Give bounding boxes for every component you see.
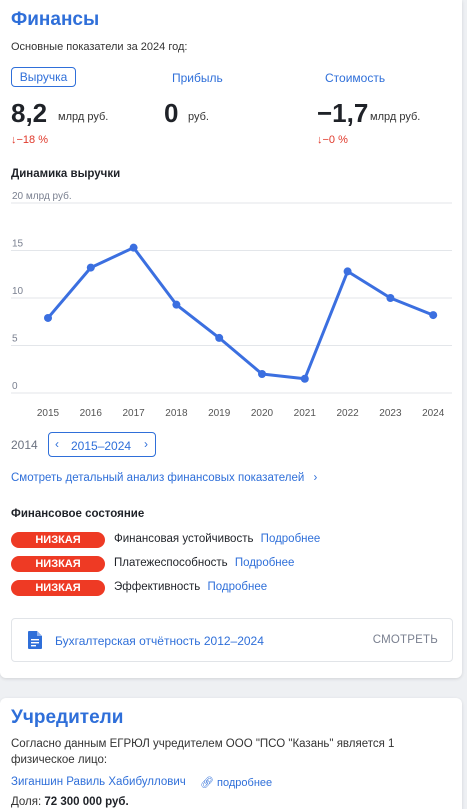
chevron-right-icon: ›: [313, 472, 318, 484]
revenue-delta: ↓−18 %: [11, 134, 48, 146]
tab-revenue[interactable]: Выручка: [11, 67, 76, 87]
data-point[interactable]: [172, 300, 181, 309]
value-delta: ↓−0 %: [317, 134, 348, 146]
data-point[interactable]: [44, 313, 52, 322]
detail-analysis-label: Смотреть детальный анализ финансовых пок…: [11, 472, 305, 484]
state-label: Эффективность: [114, 581, 201, 593]
owner-more-label: подробнее: [217, 777, 273, 789]
x-tick-label: 2015: [37, 408, 60, 419]
series-line: [46, 246, 435, 381]
state-title: Финансовое состояние: [11, 508, 145, 520]
finance-title: Финансы: [11, 9, 100, 30]
revenue-value: 8,2: [11, 98, 48, 128]
owner-more-link[interactable]: 🔗︎ подробнее: [200, 776, 272, 789]
more-link[interactable]: Подробнее: [208, 581, 268, 593]
value-unit: млрд руб.: [370, 111, 421, 123]
y-tick-label: 15: [12, 239, 24, 250]
link-icon: 🔗︎: [200, 777, 214, 789]
document-icon: [28, 631, 42, 649]
view-report-button[interactable]: СМОТРЕТЬ: [373, 634, 438, 646]
owners-text: Согласно данным ЕГРЮЛ учредителем ООО "П…: [11, 738, 395, 766]
data-point[interactable]: [129, 243, 138, 252]
x-tick-label: 2017: [122, 408, 145, 419]
profit-value: 0: [164, 98, 179, 128]
chevron-right-icon[interactable]: ›: [144, 437, 148, 451]
accounting-report-card[interactable]: Бухгалтерская отчётность 2012–2024 СМОТР…: [11, 618, 453, 662]
chart-title: Динамика выручки: [11, 168, 121, 180]
data-point[interactable]: [86, 263, 95, 272]
data-point[interactable]: [215, 333, 224, 342]
tab-profit[interactable]: Прибыль: [172, 71, 223, 85]
range-label: 2015–2024: [71, 439, 132, 453]
revenue-unit: млрд руб.: [58, 111, 109, 123]
x-tick-label: 2016: [80, 408, 103, 419]
y-tick-label: 20 млрд руб.: [12, 190, 72, 202]
state-label: Финансовая устойчивость: [114, 533, 254, 545]
state-row-stability: Финансовая устойчивость Подробнее: [114, 533, 320, 545]
range-selector[interactable]: ‹ 2015–2024 ›: [48, 432, 156, 457]
revenue-chart: 0 5 10 15 20 млрд руб. 2015 2016 2017 2018 2019 20…: [11, 190, 452, 419]
state-label: Платежеспособность: [114, 557, 228, 569]
finance-card: Финансы Основные показатели за 2024 год:…: [0, 0, 462, 678]
tab-value[interactable]: Стоимость: [325, 71, 385, 85]
finance-subtitle: Основные показатели за 2024 год:: [11, 41, 188, 53]
data-point[interactable]: [386, 294, 395, 302]
x-tick-label: 2020: [251, 408, 274, 419]
detail-analysis-link[interactable]: Смотреть детальный анализ финансовых пок…: [11, 472, 317, 484]
x-tick-label: 2019: [208, 408, 231, 419]
data-point[interactable]: [300, 374, 309, 383]
data-point[interactable]: [343, 267, 352, 276]
owner-share: Доля: 72 300 000 руб.: [11, 796, 129, 808]
y-tick-label: 0: [12, 381, 18, 392]
more-link[interactable]: Подробнее: [261, 533, 321, 545]
range-start-year[interactable]: 2014: [11, 438, 38, 452]
state-row-efficiency: Эффективность Подробнее: [114, 581, 267, 593]
status-badge: НИЗКАЯ: [11, 556, 105, 572]
status-badge: НИЗКАЯ: [11, 580, 105, 596]
owner-link[interactable]: Зиганшин Равиль Хабибуллович: [11, 776, 186, 788]
report-title: Бухгалтерская отчётность 2012–2024: [55, 634, 264, 648]
status-badge: НИЗКАЯ: [11, 532, 105, 548]
x-tick-label: 2018: [165, 408, 188, 419]
value-value: −1,7: [317, 98, 369, 128]
y-tick-label: 10: [12, 286, 24, 297]
x-tick-label: 2024: [422, 408, 445, 419]
share-label: Доля:: [11, 796, 42, 808]
y-tick-label: 5: [12, 334, 18, 345]
data-point[interactable]: [258, 370, 266, 378]
owners-title: Учредители: [11, 707, 124, 728]
more-link[interactable]: Подробнее: [235, 557, 295, 569]
profit-unit: руб.: [188, 111, 209, 123]
chevron-left-icon[interactable]: ‹: [55, 437, 59, 451]
x-tick-label: 2022: [336, 408, 359, 419]
data-point[interactable]: [429, 311, 438, 320]
x-tick-label: 2023: [379, 408, 402, 419]
x-tick-label: 2021: [294, 408, 317, 419]
state-row-solvency: Платежеспособность Подробнее: [114, 557, 294, 569]
share-value: 72 300 000 руб.: [44, 796, 129, 808]
